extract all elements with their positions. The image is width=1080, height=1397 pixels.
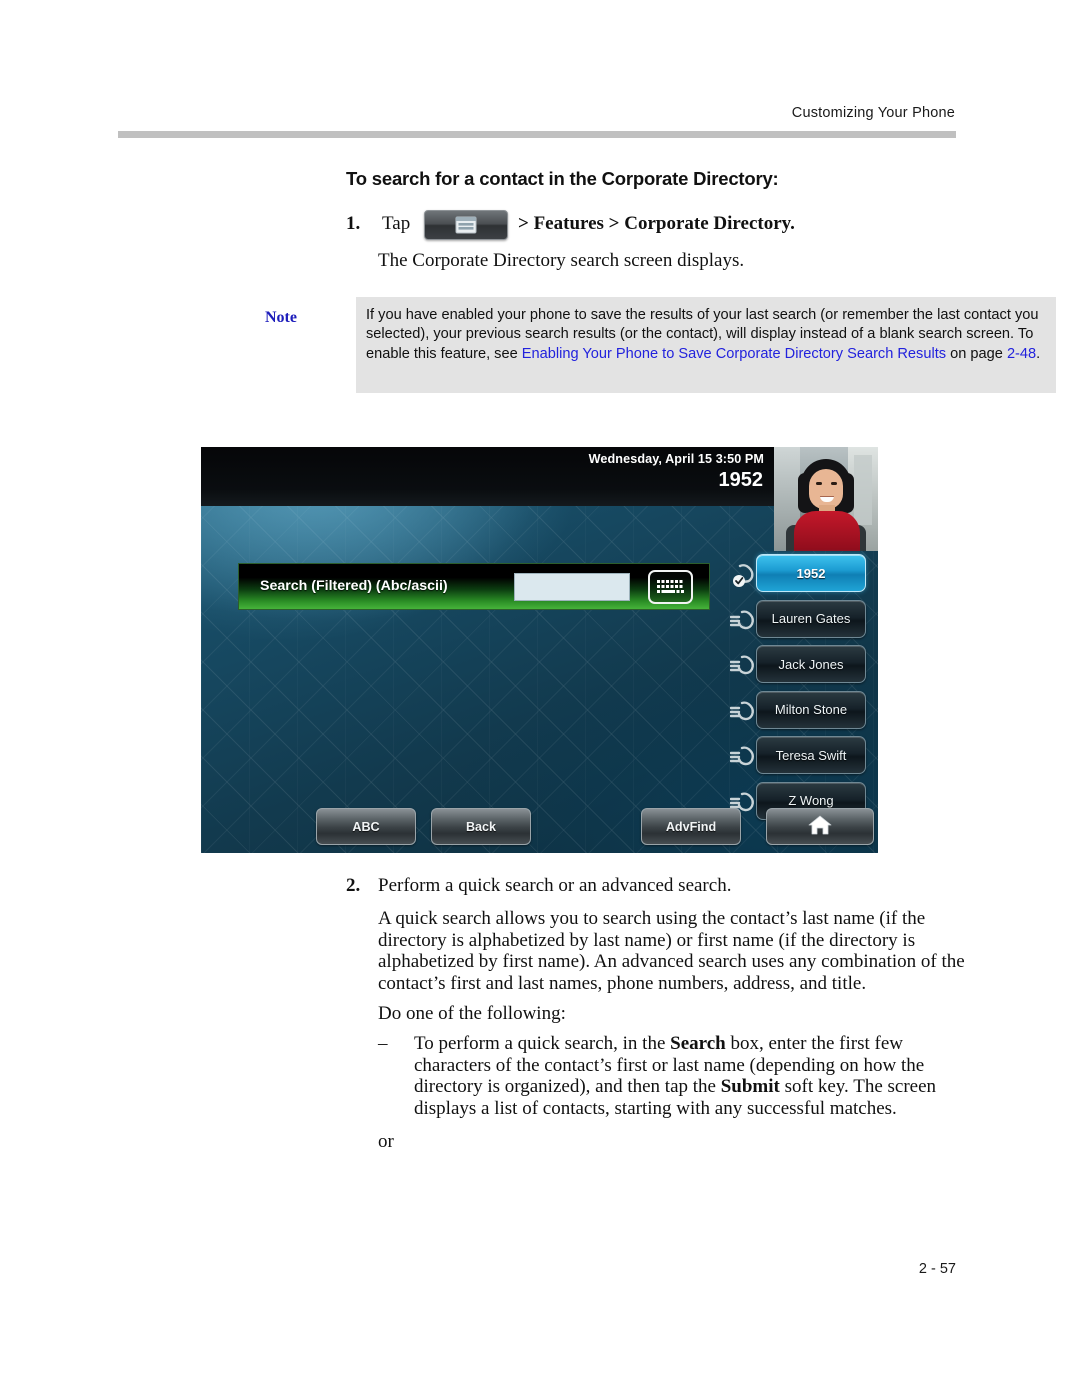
line-key-label: Teresa Swift	[775, 747, 847, 763]
status-datetime: Wednesday, April 15 3:50 PM	[588, 452, 764, 466]
step-1-path-text: > Features > Corporate Directory.	[518, 213, 795, 234]
bullet-bold-submit: Submit	[720, 1076, 780, 1097]
step-1-number: 1.	[346, 213, 361, 234]
list-item[interactable]: Teresa Swift	[729, 733, 874, 779]
soft-key-back-label: Back	[465, 819, 497, 834]
line-key-button[interactable]: Lauren Gates	[756, 599, 866, 638]
line-key-label: Jack Jones	[778, 656, 844, 672]
header-rule	[118, 131, 956, 138]
status-extension: 1952	[718, 469, 764, 491]
do-one-of-the-following: Do one of the following:	[378, 1003, 566, 1024]
note-page-reference[interactable]: 2-48	[1007, 346, 1036, 362]
soft-key-bar: ABC Back AdvFind	[201, 802, 878, 850]
soft-key-advfind[interactable]: AdvFind	[641, 808, 741, 845]
menu-button-icon	[424, 210, 508, 240]
running-header: Customizing Your Phone	[118, 104, 956, 122]
note-text-part-2: on page	[946, 345, 1007, 362]
phone-status-bar: Wednesday, April 15 3:50 PM 1952	[201, 447, 774, 506]
line-keys-list: 1952 Lauren Gates Jack Jones Milton Ston…	[729, 551, 874, 824]
soft-key-abc[interactable]: ABC	[316, 808, 416, 845]
or-text: or	[378, 1131, 394, 1152]
line-key-button[interactable]: 1952	[756, 554, 866, 592]
note-label: Note	[265, 309, 297, 326]
phone-screen-image: Wednesday, April 15 3:50 PM 1952 Search …	[201, 447, 878, 853]
bullet-dash: –	[378, 1033, 388, 1054]
search-label: Search (Filtered) (Abc/ascii)	[260, 578, 448, 594]
soft-key-advfind-label: AdvFind	[665, 819, 717, 834]
list-item[interactable]: Lauren Gates	[729, 597, 874, 643]
step-2-number: 2.	[346, 875, 361, 896]
list-item[interactable]: Jack Jones	[729, 642, 874, 688]
step-1-result: The Corporate Directory search screen di…	[378, 250, 745, 271]
step-2-text: Perform a quick search or an advanced se…	[378, 875, 732, 896]
step-1-tap-label: Tap	[382, 213, 411, 234]
home-icon	[807, 814, 833, 839]
bullet-text-1: To perform a quick search, in the	[414, 1033, 671, 1054]
line-key-label: Milton Stone	[774, 702, 848, 717]
keyboard-icon[interactable]	[648, 570, 693, 604]
page-number: 2 - 57	[918, 1261, 956, 1277]
list-item[interactable]: 1952	[730, 551, 874, 597]
soft-key-home[interactable]	[766, 808, 874, 845]
list-item[interactable]: Milton Stone	[729, 688, 874, 734]
search-bar[interactable]: Search (Filtered) (Abc/ascii)	[238, 563, 710, 610]
soft-key-abc-label: ABC	[352, 819, 380, 834]
line-key-button[interactable]: Jack Jones	[756, 645, 866, 683]
step-1-path: > Features > Corporate Directory.	[518, 213, 795, 235]
bullet-bold-search: Search	[670, 1033, 726, 1054]
soft-key-back[interactable]: Back	[431, 808, 531, 845]
line-key-label: 1952	[796, 565, 826, 581]
search-input[interactable]	[514, 573, 630, 601]
running-head-text: Customizing Your Phone	[791, 105, 955, 121]
section-title: To search for a contact in the Corporate…	[346, 168, 779, 189]
line-key-button[interactable]: Milton Stone	[756, 690, 866, 729]
note-cross-reference-link[interactable]: Enabling Your Phone to Save Corporate Di…	[522, 346, 946, 362]
line-key-label: Lauren Gates	[771, 611, 851, 626]
avatar	[774, 447, 878, 551]
step-2-paragraph: A quick search allows you to search usin…	[378, 908, 965, 994]
bullet-text: To perform a quick search, in the Search…	[414, 1033, 956, 1119]
note-text-part-3: .	[1036, 345, 1041, 362]
note-body: If you have enabled your phone to save t…	[356, 297, 1056, 393]
line-key-button[interactable]: Teresa Swift	[756, 736, 866, 774]
